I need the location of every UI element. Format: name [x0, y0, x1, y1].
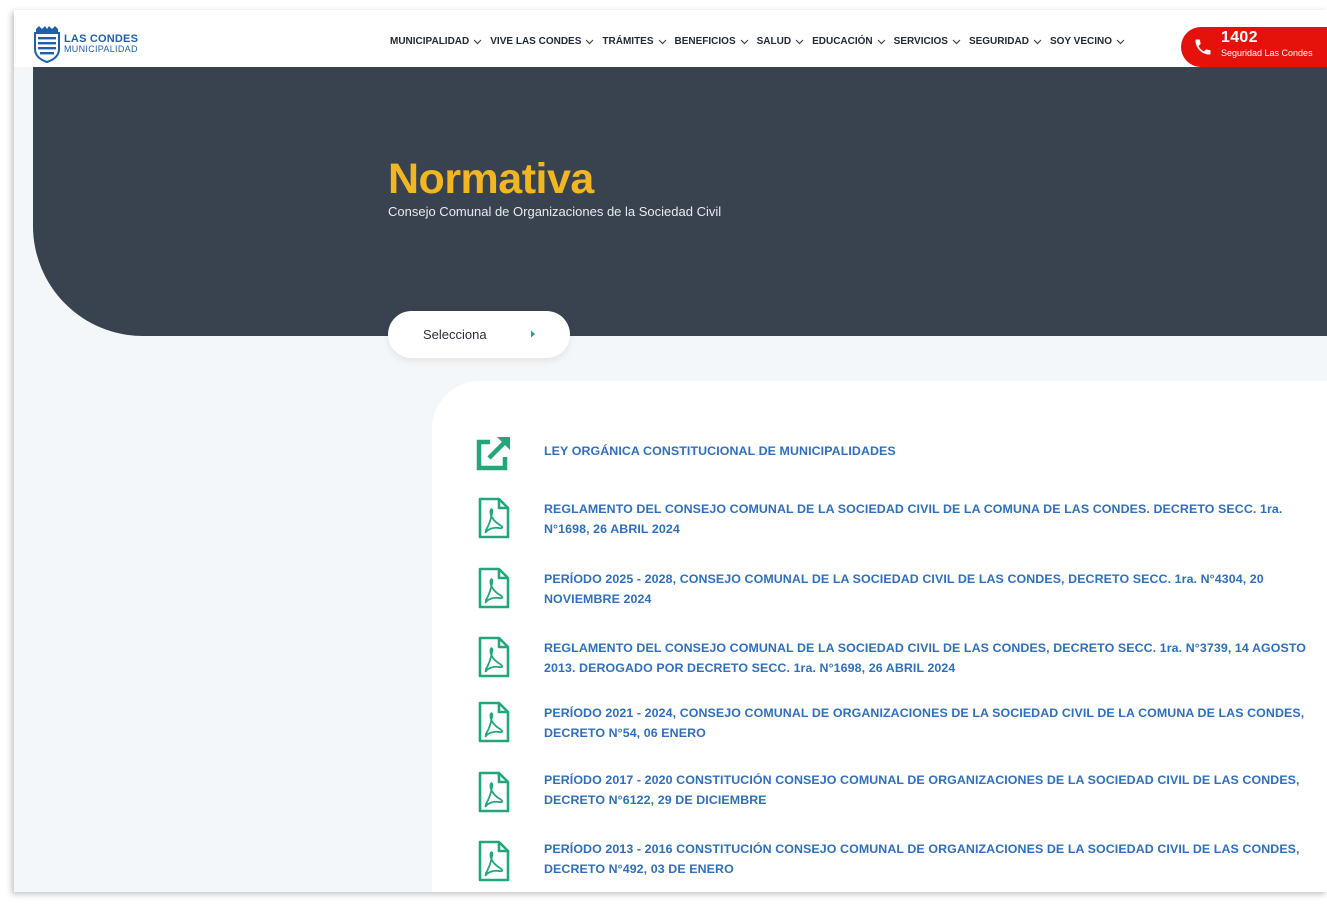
main-nav: MUNICIPALIDAD VIVE LAS CONDES TRÁMITES B…	[390, 36, 1133, 47]
logo-wordmark: LAS CONDES MUNICIPALIDAD	[64, 33, 139, 55]
nav-label: VIVE LAS CONDES	[490, 36, 582, 47]
chevron-down-icon	[795, 39, 804, 44]
nav-item-servicios[interactable]: SERVICIOS	[894, 36, 961, 47]
pdf-file-icon	[478, 840, 510, 882]
nav-label: TRÁMITES	[602, 36, 654, 47]
page-title: Normativa	[388, 155, 594, 203]
page-subtitle: Consejo Comunal de Organizaciones de la …	[388, 204, 722, 219]
caret-right-icon	[531, 330, 535, 338]
nav-item-tramites[interactable]: TRÁMITES	[602, 36, 666, 47]
nav-item-educacion[interactable]: EDUCACIÓN	[812, 36, 886, 47]
nav-label: SERVICIOS	[893, 36, 948, 47]
external-link-icon	[476, 437, 510, 471]
emergency-number: 1402	[1221, 29, 1258, 46]
site-logo[interactable]: LAS CONDES MUNICIPALIDAD	[33, 25, 138, 63]
chevron-down-icon	[740, 39, 749, 44]
logo-line-2: MUNICIPALIDAD	[64, 44, 138, 54]
nav-label: SOY VECINO	[1049, 36, 1113, 47]
nav-item-vive-las-condes[interactable]: VIVE LAS CONDES	[490, 36, 594, 47]
chevron-down-icon	[877, 39, 886, 44]
nav-label: MUNICIPALIDAD	[390, 36, 470, 47]
emergency-phone-button[interactable]: 1402 Seguridad Las Condes	[1181, 27, 1327, 67]
browser-viewport: LAS CONDES MUNICIPALIDAD MUNICIPALIDAD V…	[14, 10, 1327, 892]
emergency-label: Seguridad Las Condes	[1221, 48, 1313, 58]
document-link[interactable]: PERÍODO 2021 - 2024, CONSEJO COMUNAL DE …	[544, 703, 1314, 743]
nav-item-beneficios[interactable]: BENEFICIOS	[675, 36, 749, 47]
shield-logo-icon	[34, 26, 60, 63]
document-link[interactable]: PERÍODO 2025 - 2028, CONSEJO COMUNAL DE …	[544, 569, 1314, 609]
hero-banner: Normativa Consejo Comunal de Organizacio…	[33, 67, 1327, 336]
nav-item-salud[interactable]: SALUD	[757, 36, 804, 47]
chevron-down-icon	[1116, 39, 1125, 44]
document-link[interactable]: PERÍODO 2013 - 2016 CONSTITUCIÓN CONSEJO…	[544, 839, 1314, 879]
documents-panel: LEY ORGÁNICA CONSTITUCIONAL DE MUNICIPAL…	[432, 381, 1327, 892]
chevron-down-icon	[952, 39, 961, 44]
nav-item-soy-vecino[interactable]: SOY VECINO	[1050, 36, 1125, 47]
chevron-down-icon	[1033, 39, 1042, 44]
pdf-file-icon	[478, 497, 510, 539]
document-link[interactable]: REGLAMENTO DEL CONSEJO COMUNAL DE LA SOC…	[544, 638, 1314, 678]
site-header: LAS CONDES MUNICIPALIDAD MUNICIPALIDAD V…	[14, 10, 1327, 67]
nav-label: SEGURIDAD	[968, 36, 1029, 47]
pdf-file-icon	[478, 567, 510, 609]
pdf-file-icon	[478, 636, 510, 678]
nav-label: BENEFICIOS	[674, 36, 736, 47]
selector-label: Selecciona	[423, 327, 487, 342]
section-selector[interactable]: Selecciona	[388, 311, 570, 358]
phone-icon	[1195, 39, 1211, 55]
chevron-down-icon	[658, 39, 666, 44]
nav-item-municipalidad[interactable]: MUNICIPALIDAD	[390, 36, 482, 47]
document-link[interactable]: LEY ORGÁNICA CONSTITUCIONAL DE MUNICIPAL…	[544, 441, 1314, 461]
pdf-file-icon	[478, 771, 510, 813]
chevron-down-icon	[473, 39, 482, 44]
document-link[interactable]: REGLAMENTO DEL CONSEJO COMUNAL DE LA SOC…	[544, 499, 1314, 539]
chevron-down-icon	[585, 39, 594, 44]
document-link[interactable]: PERÍODO 2017 - 2020 CONSTITUCIÓN CONSEJO…	[544, 770, 1314, 810]
nav-label: EDUCACIÓN	[812, 36, 873, 47]
pdf-file-icon	[478, 701, 510, 743]
logo-line-1: LAS CONDES	[64, 33, 139, 45]
nav-label: SALUD	[756, 36, 792, 47]
nav-item-seguridad[interactable]: SEGURIDAD	[969, 36, 1042, 47]
